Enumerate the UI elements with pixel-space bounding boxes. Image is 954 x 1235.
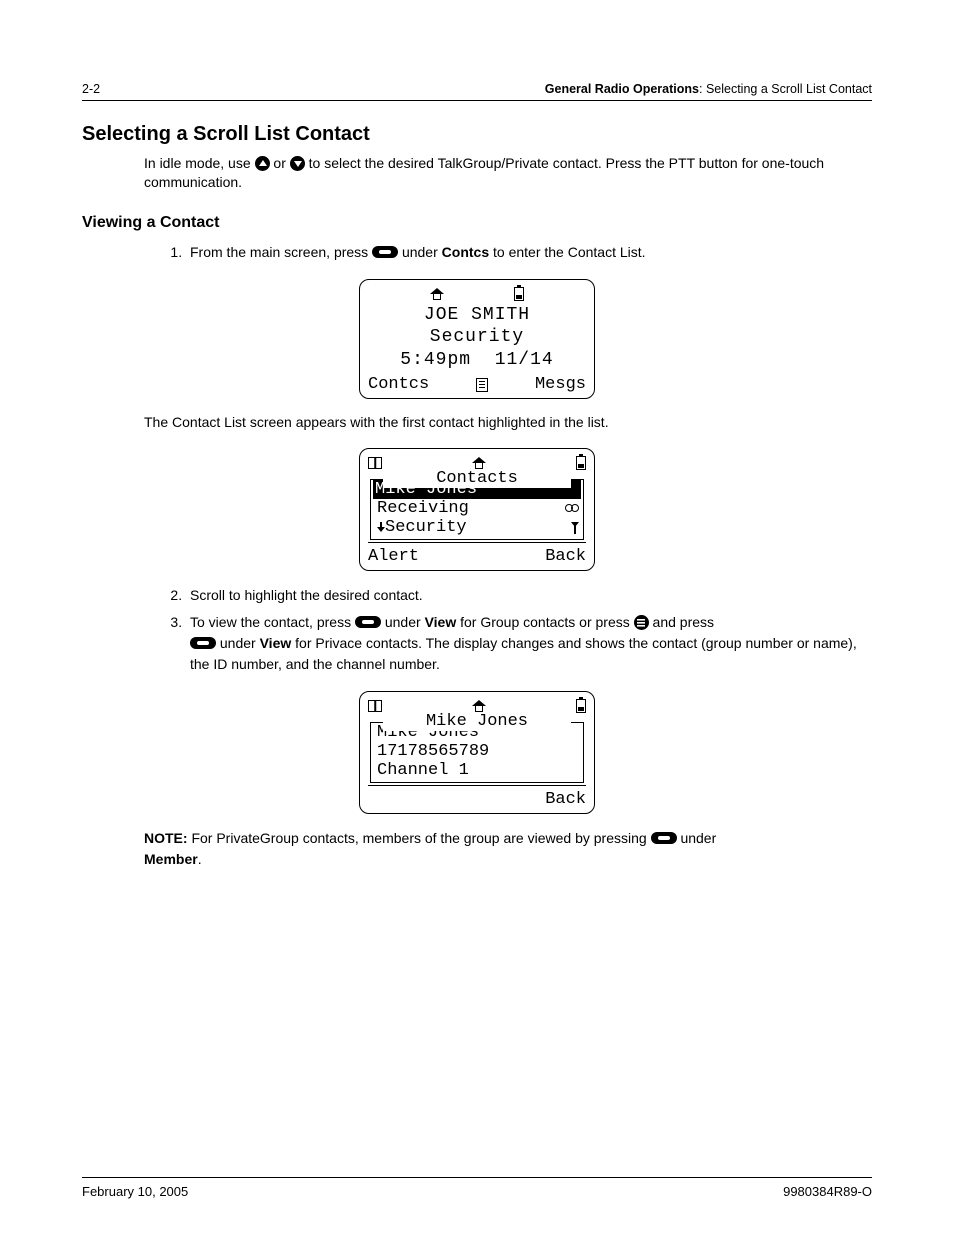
lcd-softkey-left: Alert (368, 547, 419, 566)
softkey-icon (651, 832, 677, 844)
page-footer: February 10, 2005 9980384R89-O (82, 1177, 872, 1199)
paragraph: The Contact List screen appears with the… (144, 413, 872, 432)
lcd-group: Security (368, 326, 586, 349)
group-icon (565, 504, 579, 513)
lcd-row: 17178565789 (371, 742, 583, 761)
lcd-row: Security (371, 518, 583, 537)
step-3: To view the contact, press under View fo… (186, 612, 872, 675)
menu-icon (634, 615, 649, 630)
battery-icon (514, 287, 524, 301)
home-icon (472, 700, 486, 712)
intro-paragraph: In idle mode, use or to select the desir… (144, 154, 872, 192)
heading-2: Viewing a Contact (82, 214, 872, 232)
lcd-datetime: 5:49pm 11/14 (368, 349, 586, 372)
book-icon (368, 700, 382, 712)
lcd-screen-contact-detail: Mike Jones Mike Jones 17178565789 Channe… (359, 691, 595, 814)
down-arrow-icon (290, 156, 305, 171)
softkey-icon (355, 616, 381, 628)
battery-icon (576, 699, 586, 713)
lcd-frame-title: Contacts (383, 469, 571, 488)
lcd-softkey-right: Back (545, 547, 586, 566)
softkey-icon (190, 637, 216, 649)
softkey-icon (372, 246, 398, 258)
page-number: 2-2 (82, 82, 100, 96)
heading-1: Selecting a Scroll List Contact (82, 123, 872, 146)
header-section: General Radio Operations: Selecting a Sc… (545, 82, 872, 96)
home-icon (472, 457, 486, 469)
note: NOTE: For PrivateGroup contacts, members… (144, 828, 872, 870)
step-1: From the main screen, press under Contcs… (186, 242, 872, 263)
lcd-screen-idle: JOE SMITH Security 5:49pm 11/14 Contcs M… (359, 279, 595, 400)
list-icon (476, 378, 488, 392)
battery-icon (576, 456, 586, 470)
lcd-row: Channel 1 (371, 761, 583, 780)
lcd-softkey-right: Mesgs (535, 375, 586, 394)
lcd-row: Receiving (371, 499, 583, 518)
step-2: Scroll to highlight the desired contact. (186, 585, 872, 606)
scroll-down-icon (377, 522, 385, 532)
footer-docnum: 9980384R89-O (783, 1184, 872, 1199)
lcd-contact-name: JOE SMITH (368, 304, 586, 327)
lcd-frame-title: Mike Jones (383, 712, 571, 731)
footer-date: February 10, 2005 (82, 1184, 188, 1199)
page-header: 2-2 General Radio Operations: Selecting … (82, 82, 872, 101)
book-icon (368, 457, 382, 469)
lcd-screen-contacts: Contacts Mike Jones Receiving Security A… (359, 448, 595, 571)
lcd-softkey-left: Contcs (368, 375, 429, 394)
up-arrow-icon (255, 156, 270, 171)
home-icon (430, 288, 444, 300)
lcd-softkey-right: Back (545, 790, 586, 809)
antenna-icon (571, 522, 579, 534)
